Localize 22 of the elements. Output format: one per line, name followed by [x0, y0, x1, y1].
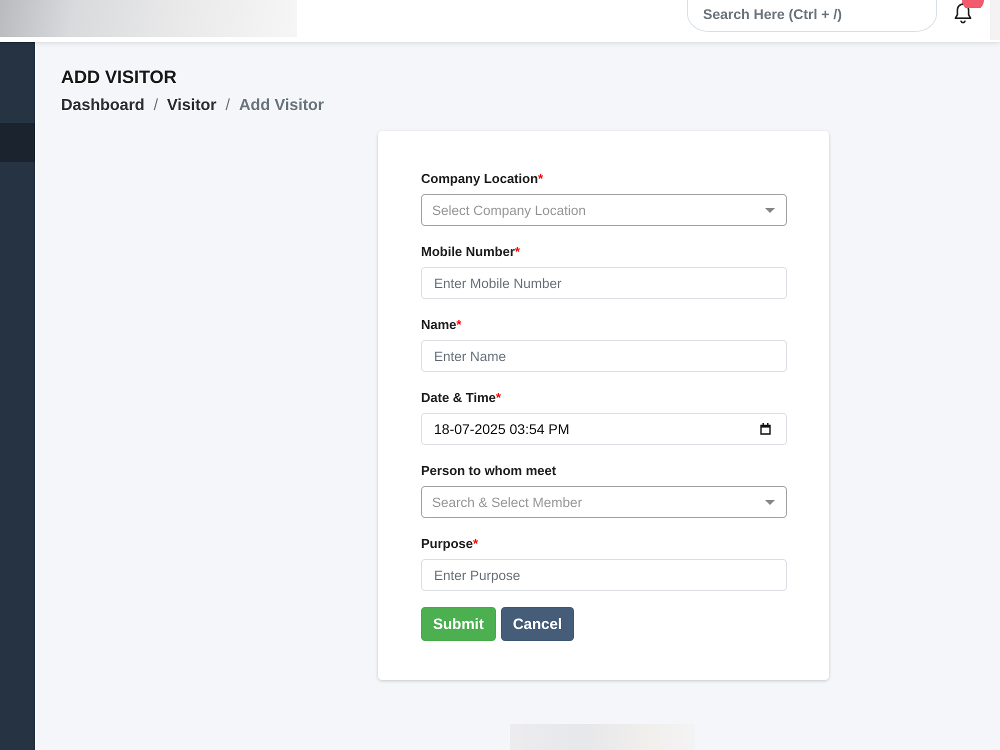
page-title: ADD VISITOR: [61, 66, 177, 88]
caret-icon: [765, 208, 775, 212]
search-field[interactable]: Search Here (Ctrl + /): [687, 0, 937, 32]
breadcrumb-separator: /: [154, 96, 158, 116]
breadcrumb-link[interactable]: Dashboard: [61, 96, 145, 116]
text-input[interactable]: Enter Mobile Number: [421, 267, 787, 299]
field-label: Company Location*: [421, 170, 544, 188]
datetime-field[interactable]: 18-07-2025 03:54 PM: [421, 413, 787, 445]
caret-icon: [765, 500, 775, 504]
bell-icon[interactable]: [952, 2, 974, 24]
field-label: Mobile Number*: [421, 243, 520, 261]
field-label: Name*: [421, 316, 462, 334]
breadcrumb-separator: /: [226, 96, 230, 116]
cancel-button[interactable]: Cancel: [500, 607, 574, 641]
breadcrumb-current: Add Visitor: [238, 96, 324, 116]
field-label: Purpose*: [421, 535, 478, 553]
field-label: Date & Time*: [421, 389, 501, 407]
text-input[interactable]: Enter Name: [421, 340, 787, 372]
calendar-icon[interactable]: [760, 423, 771, 435]
breadcrumb-link[interactable]: Visitor: [167, 96, 217, 116]
field-label: Person to whom meet: [421, 462, 556, 480]
text-input[interactable]: Enter Purpose: [421, 559, 787, 591]
